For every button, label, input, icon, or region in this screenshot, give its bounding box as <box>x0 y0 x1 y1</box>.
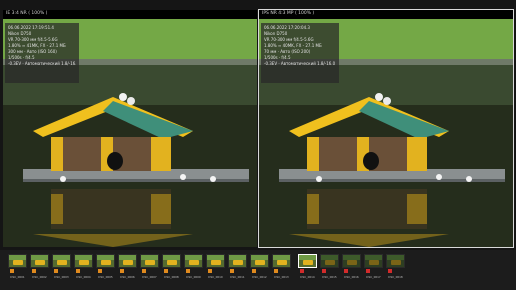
flag-icon <box>120 269 124 273</box>
thumb-image <box>342 254 361 268</box>
flag-icon <box>274 269 278 273</box>
thumb-image <box>74 254 93 268</box>
right-pane-title: IPS NR 4:3 MP ( 100% ) <box>262 11 315 16</box>
thumb-label: DSC_0001 <box>10 275 25 279</box>
right-image-pane[interactable]: IPS NR 4:3 MP ( 100% ) 06.06.2022 17:20:… <box>258 9 514 248</box>
filmstrip-thumb[interactable]: DSC_0001 <box>8 254 27 280</box>
thumb-label: DSC_0009 <box>186 275 201 279</box>
filmstrip-thumb[interactable]: DSC_0013 <box>272 254 291 280</box>
thumb-image <box>8 254 27 268</box>
flag-icon <box>252 269 256 273</box>
exif-line: -0.3EV · Автоматический 1.8/-16.0 <box>8 61 76 66</box>
flag-icon <box>300 269 304 273</box>
filmstrip-thumb[interactable]: DSC_0010 <box>206 254 225 280</box>
thumb-label: DSC_0015 <box>322 275 337 279</box>
thumb-image <box>272 254 291 268</box>
thumb-image <box>250 254 269 268</box>
thumb-label: DSC_0010 <box>208 275 223 279</box>
thumb-label: DSC_0014 <box>300 275 315 279</box>
exif-line: -0.3EV · Автоматический 1.8/-16.0 <box>264 61 336 66</box>
thumb-label: DSC_0018 <box>388 275 403 279</box>
thumb-image <box>206 254 225 268</box>
thumb-label: DSC_0003 <box>54 275 69 279</box>
thumb-image <box>386 254 405 268</box>
thumb-label: DSC_0006 <box>120 275 135 279</box>
flag-icon <box>322 269 326 273</box>
thumb-label: DSC_0012 <box>252 275 267 279</box>
thumb-label: DSC_0005 <box>98 275 113 279</box>
flag-icon <box>54 269 58 273</box>
filmstrip-thumb[interactable]: DSC_0006 <box>118 254 137 280</box>
left-exif-overlay: 06.06.2022 17:19:51.4 Nikon D750 VR 70-3… <box>5 23 79 83</box>
flag-icon <box>76 269 80 273</box>
filmstrip-thumb[interactable]: DSC_0009 <box>184 254 203 280</box>
right-exif-overlay: 06.06.2022 17:20:04.3 Nikon D750 VR 70-3… <box>261 23 339 83</box>
flag-icon <box>230 269 234 273</box>
thumb-label: DSC_0011 <box>230 275 245 279</box>
thumb-image <box>162 254 181 268</box>
thumb-image <box>320 254 339 268</box>
filmstrip-thumb-selected[interactable]: DSC_0014 <box>298 254 317 280</box>
flag-icon <box>388 269 392 273</box>
thumb-image <box>228 254 247 268</box>
left-image-pane[interactable]: IE 3:4 NR ( 100% ) 06.06.2022 17:19:51.4… <box>3 10 257 247</box>
thumb-label: DSC_0017 <box>366 275 381 279</box>
flag-icon <box>164 269 168 273</box>
filmstrip-thumb[interactable]: DSC_0015 <box>320 254 339 280</box>
thumb-label: DSC_0002 <box>32 275 47 279</box>
thumb-label: DSC_0008 <box>164 275 179 279</box>
filmstrip-thumb[interactable]: DSC_0012 <box>250 254 269 280</box>
thumb-image <box>52 254 71 268</box>
thumb-image <box>364 254 383 268</box>
flag-icon <box>142 269 146 273</box>
flag-icon <box>10 269 14 273</box>
filmstrip-thumb[interactable]: DSC_0007 <box>140 254 159 280</box>
flag-icon <box>366 269 370 273</box>
filmstrip-thumb[interactable]: DSC_0018 <box>386 254 405 280</box>
filmstrip-thumb[interactable]: DSC_0002 <box>30 254 49 280</box>
flag-icon <box>208 269 212 273</box>
filmstrip[interactable]: DSC_0001 DSC_0002 DSC_0003 DSC_0004 DSC_… <box>0 250 516 290</box>
flag-icon <box>32 269 36 273</box>
thumb-label: DSC_0016 <box>344 275 359 279</box>
filmstrip-thumb[interactable]: DSC_0016 <box>342 254 361 280</box>
filmstrip-thumb[interactable]: DSC_0008 <box>162 254 181 280</box>
filmstrip-thumb[interactable]: DSC_0005 <box>96 254 115 280</box>
thumb-image <box>96 254 115 268</box>
flag-icon <box>98 269 102 273</box>
thumb-image <box>184 254 203 268</box>
filmstrip-thumb[interactable]: DSC_0017 <box>364 254 383 280</box>
thumb-label: DSC_0007 <box>142 275 157 279</box>
thumb-image <box>298 254 317 268</box>
left-pane-title: IE 3:4 NR ( 100% ) <box>6 11 48 16</box>
thumb-label: DSC_0004 <box>76 275 91 279</box>
flag-icon <box>186 269 190 273</box>
thumb-label: DSC_0013 <box>274 275 289 279</box>
flag-icon <box>344 269 348 273</box>
filmstrip-thumb[interactable]: DSC_0004 <box>74 254 93 280</box>
thumb-image <box>30 254 49 268</box>
filmstrip-thumb[interactable]: DSC_0003 <box>52 254 71 280</box>
thumb-image <box>140 254 159 268</box>
filmstrip-thumb[interactable]: DSC_0011 <box>228 254 247 280</box>
thumb-image <box>118 254 137 268</box>
